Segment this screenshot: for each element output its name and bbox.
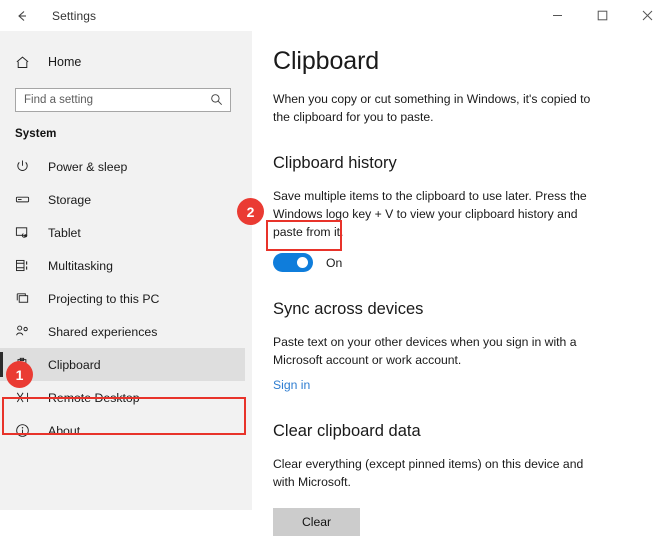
multitasking-icon <box>15 258 35 273</box>
sidebar-item-tablet[interactable]: Tablet <box>0 216 252 249</box>
back-button[interactable] <box>0 0 44 31</box>
main-content: Clipboard When you copy or cut something… <box>252 31 670 536</box>
sidebar-item-label: Shared experiences <box>48 324 158 339</box>
sidebar-group-title: System <box>15 128 57 140</box>
sidebar-item-label: Power & sleep <box>48 159 128 174</box>
sidebar-item-label: Clipboard <box>48 357 101 372</box>
sidebar-item-about[interactable]: About <box>0 414 252 447</box>
clipboard-history-toggle-row[interactable]: On <box>273 253 351 272</box>
app-title: Settings <box>52 8 97 23</box>
home-label: Home <box>48 55 82 69</box>
sidebar-item-shared-experiences[interactable]: Shared experiences <box>0 315 252 348</box>
sidebar: Home System Power & sleep <box>0 31 252 510</box>
toggle-knob <box>297 257 308 268</box>
sidebar-item-clipboard[interactable]: Clipboard <box>0 348 245 381</box>
minimize-button[interactable] <box>535 0 580 31</box>
sidebar-item-label: Remote Desktop <box>48 390 140 405</box>
section-description-sync-across-devices: Paste text on your other devices when yo… <box>273 335 577 367</box>
shared-experiences-icon <box>15 324 35 339</box>
section-heading-clipboard-history: Clipboard history <box>273 154 397 172</box>
sidebar-nav: Power & sleep Storage Tablet Multitaskin… <box>0 150 252 447</box>
sidebar-item-multitasking[interactable]: Multitasking <box>0 249 252 282</box>
back-arrow-icon <box>15 9 29 23</box>
sidebar-item-home[interactable]: Home <box>0 47 252 77</box>
home-icon <box>15 55 35 70</box>
close-icon <box>642 10 653 21</box>
clipboard-history-toggle[interactable] <box>273 253 313 272</box>
sidebar-item-remote-desktop[interactable]: Remote Desktop <box>0 381 252 414</box>
section-heading-sync-across-devices: Sync across devices <box>273 300 424 318</box>
sidebar-item-label: Tablet <box>48 225 81 240</box>
power-icon <box>15 159 35 174</box>
sign-in-link[interactable]: Sign in <box>273 378 310 392</box>
sidebar-item-label: Projecting to this PC <box>48 291 160 306</box>
sidebar-item-label: Storage <box>48 192 92 207</box>
tablet-icon <box>15 225 35 240</box>
sidebar-item-label: About <box>48 423 81 438</box>
section-heading-clear-clipboard-data: Clear clipboard data <box>273 422 421 440</box>
close-button[interactable] <box>625 0 670 31</box>
storage-icon <box>15 192 35 207</box>
sidebar-item-label: Multitasking <box>48 258 113 273</box>
section-description-clipboard-history: Save multiple items to the clipboard to … <box>273 189 587 239</box>
intro-text: When you copy or cut something in Window… <box>273 92 591 124</box>
search-input[interactable] <box>16 89 204 111</box>
annotation-badge-1: 1 <box>6 361 33 388</box>
title-bar: Settings <box>0 0 670 31</box>
toggle-state-label: On <box>326 255 343 270</box>
sidebar-item-projecting-to-this-pc[interactable]: Projecting to this PC <box>0 282 252 315</box>
projecting-icon <box>15 291 35 306</box>
about-icon <box>15 423 35 438</box>
sidebar-item-storage[interactable]: Storage <box>0 183 252 216</box>
annotation-badge-2: 2 <box>237 198 264 225</box>
search-box[interactable] <box>15 88 231 112</box>
clear-button[interactable]: Clear <box>273 508 360 536</box>
page-title: Clipboard <box>273 47 380 75</box>
minimize-icon <box>552 10 563 21</box>
section-description-clear-clipboard-data: Clear everything (except pinned items) o… <box>273 457 584 489</box>
search-icon[interactable] <box>210 93 223 111</box>
window-controls <box>535 0 670 31</box>
sidebar-item-power-sleep[interactable]: Power & sleep <box>0 150 252 183</box>
maximize-icon <box>597 10 608 21</box>
maximize-button[interactable] <box>580 0 625 31</box>
remote-desktop-icon <box>15 390 35 405</box>
